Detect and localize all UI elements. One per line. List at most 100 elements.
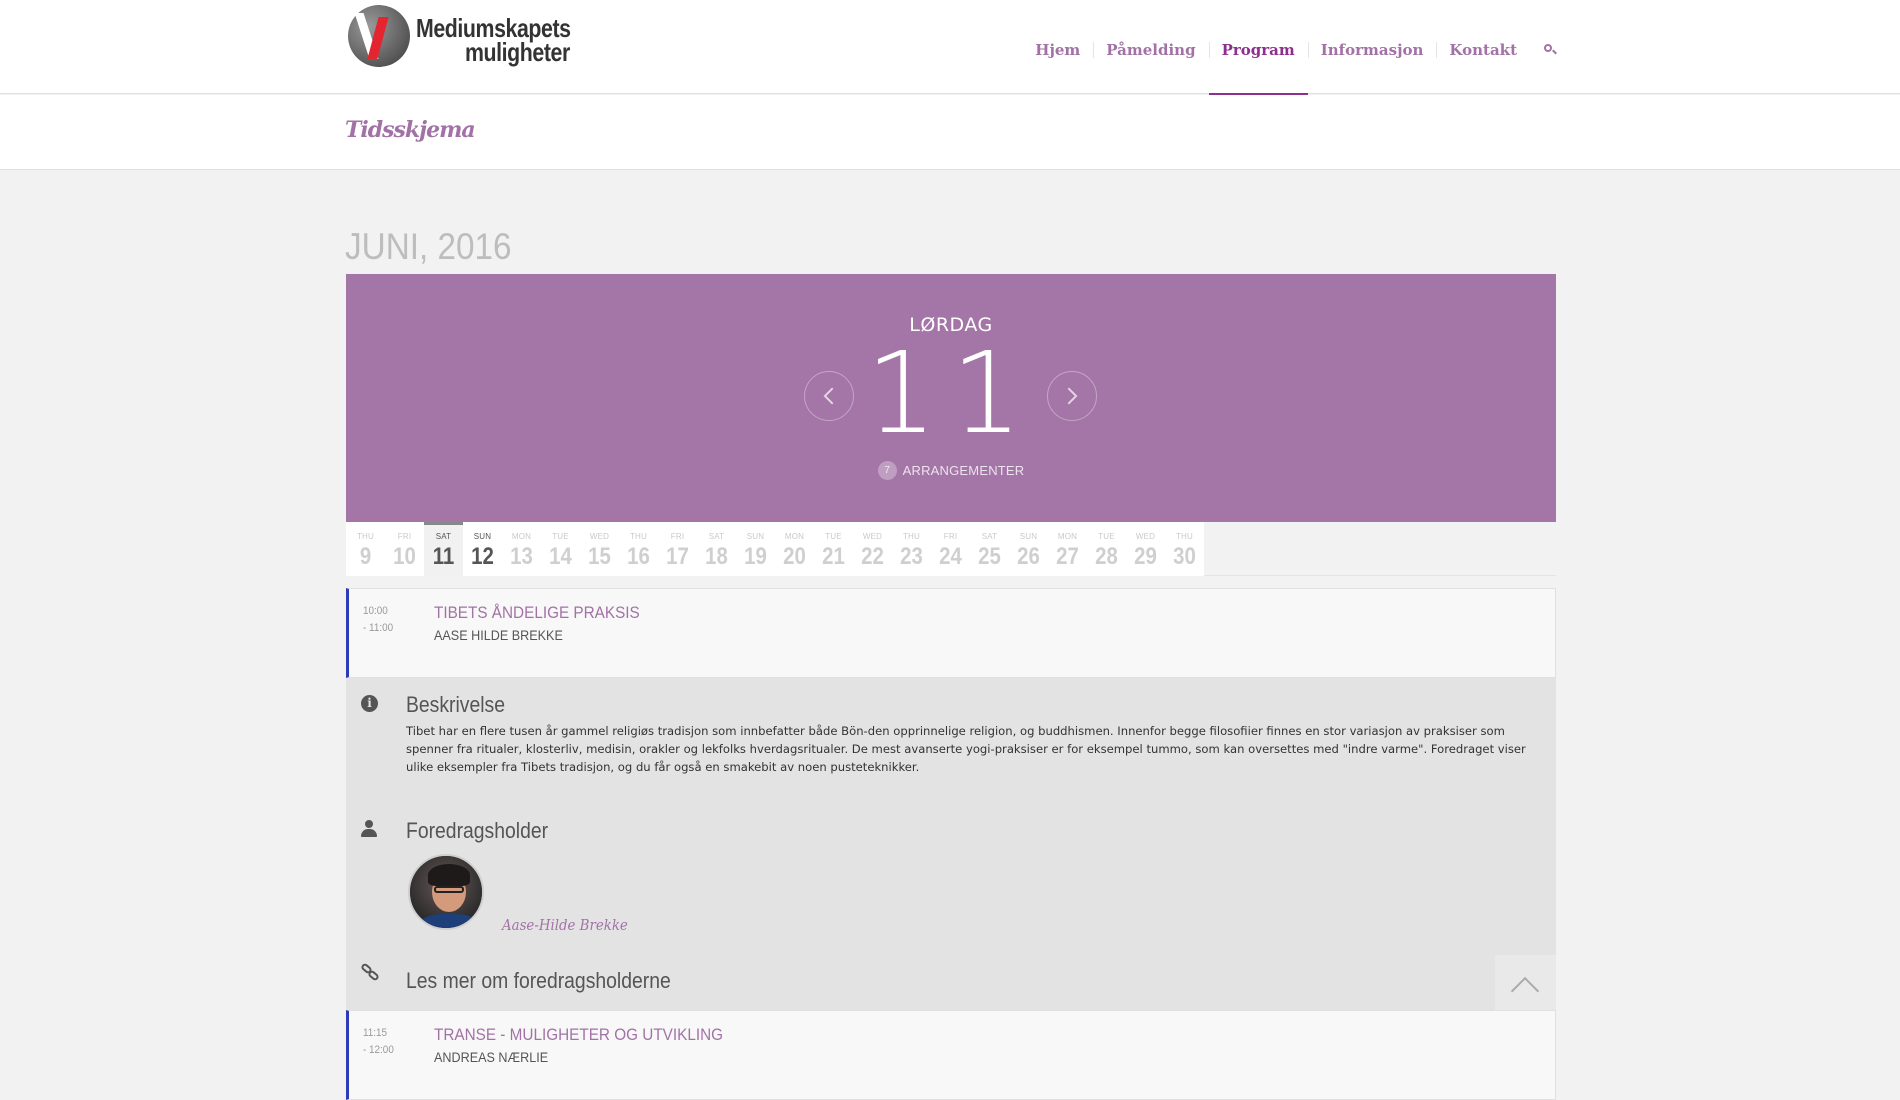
day-tab-weekday: TUE <box>825 532 842 541</box>
day-tab-12[interactable]: SUN 12 <box>463 522 502 576</box>
main-nav: Hjem Påmelding Program Informasjon Konta… <box>1022 0 1558 95</box>
day-tab-14[interactable]: TUE 14 <box>541 522 580 576</box>
link-icon <box>360 962 381 982</box>
day-tab-weekday: FRI <box>397 532 412 541</box>
day-tab-weekday: SUN <box>473 532 492 541</box>
speaker-avatar[interactable] <box>408 854 484 930</box>
day-tab-9[interactable]: THU 9 <box>346 522 385 576</box>
hero-day-number: 11 <box>865 329 1037 459</box>
day-tab-26[interactable]: SUN 26 <box>1009 522 1048 576</box>
search-icon[interactable] <box>1542 0 1558 94</box>
day-tab-weekday: THU <box>629 532 648 541</box>
event-time-end: - 12:00 <box>363 1044 394 1056</box>
event-details: i Beskrivelse Tibet har en flere tusen å… <box>346 678 1556 1010</box>
event-time-start: 10:00 <box>363 605 388 617</box>
day-tab-number: 12 <box>471 543 494 570</box>
chevron-left-icon <box>823 387 841 405</box>
day-strip-days: THU 9 FRI 10 SAT 11 SUN 12 MON 13 TUE 14 WED 15 THU 16 F… <box>346 522 1204 576</box>
event-time: 11:15 - 12:00 <box>363 1025 394 1059</box>
day-tab-weekday: THU <box>902 532 921 541</box>
day-tab-number: 16 <box>627 543 650 570</box>
day-tab-number: 28 <box>1095 543 1118 570</box>
user-icon <box>361 820 377 838</box>
day-tab-22[interactable]: WED 22 <box>853 522 892 576</box>
day-tab-18[interactable]: SAT 18 <box>697 522 736 576</box>
event-title[interactable]: TRANSE - MULIGHETER OG UTVIKLING <box>434 1025 723 1045</box>
day-tab-30[interactable]: THU 30 <box>1165 522 1204 576</box>
previous-day-button[interactable] <box>804 371 854 421</box>
day-tab-weekday: MON <box>784 532 805 541</box>
day-tab-24[interactable]: FRI 24 <box>931 522 970 576</box>
nav-informasjon[interactable]: Informasjon <box>1307 0 1437 94</box>
next-day-button[interactable] <box>1047 371 1097 421</box>
event-time-end: - 11:00 <box>363 622 394 634</box>
nav-hjem[interactable]: Hjem <box>1022 0 1093 94</box>
nav-program[interactable]: Program <box>1208 0 1308 95</box>
day-tab-number: 19 <box>744 543 767 570</box>
day-tab-weekday: THU <box>1175 532 1194 541</box>
day-tab-weekday: TUE <box>552 532 569 541</box>
day-tab-number: 15 <box>588 543 611 570</box>
logo-text-line2: muligheter <box>465 37 570 67</box>
day-tab-number: 22 <box>861 543 884 570</box>
day-tab-28[interactable]: TUE 28 <box>1087 522 1126 576</box>
event-title[interactable]: TIBETS ÅNDELIGE PRAKSIS <box>434 603 640 623</box>
day-tab-weekday: MON <box>511 532 532 541</box>
day-tab-number: 10 <box>393 543 416 570</box>
day-tab-number: 21 <box>822 543 845 570</box>
info-icon: i <box>361 695 378 712</box>
day-tab-number: 25 <box>978 543 1001 570</box>
day-tab-number: 11 <box>432 543 455 570</box>
day-tab-number: 9 <box>359 543 372 570</box>
day-tab-weekday: SUN <box>1019 532 1038 541</box>
day-tab-weekday: SUN <box>746 532 765 541</box>
day-tab-10[interactable]: FRI 10 <box>385 522 424 576</box>
day-tab-weekday: TUE <box>1098 532 1115 541</box>
day-tab-number: 29 <box>1134 543 1157 570</box>
day-hero: LØRDAG 11 7 ARRANGEMENTER <box>346 274 1556 522</box>
day-tab-weekday: FRI <box>670 532 685 541</box>
day-tab-number: 13 <box>510 543 533 570</box>
site-logo[interactable]: Mediumskapets muligheter <box>348 5 571 69</box>
day-tab-13[interactable]: MON 13 <box>502 522 541 576</box>
day-tab-20[interactable]: MON 20 <box>775 522 814 576</box>
day-tab-29[interactable]: WED 29 <box>1126 522 1165 576</box>
day-tab-17[interactable]: FRI 17 <box>658 522 697 576</box>
day-strip: THU 9 FRI 10 SAT 11 SUN 12 MON 13 TUE 14 WED 15 THU 16 F… <box>346 522 1556 576</box>
chevron-up-icon <box>1510 976 1540 1006</box>
day-tab-19[interactable]: SUN 19 <box>736 522 775 576</box>
day-tab-weekday: SAT <box>981 532 998 541</box>
logo-mark-icon <box>348 5 410 67</box>
day-tab-number: 23 <box>900 543 923 570</box>
event-row[interactable]: 11:15 - 12:00 TRANSE - MULIGHETER OG UTVI… <box>346 1010 1556 1100</box>
description-heading: Beskrivelse <box>406 692 505 717</box>
day-tab-15[interactable]: WED 15 <box>580 522 619 576</box>
read-more-heading[interactable]: Les mer om foredragsholderne <box>406 968 671 994</box>
speaker-name-link[interactable]: Aase-Hilde Brekke <box>502 918 628 934</box>
month-label: JUNI, 2016 <box>345 226 512 267</box>
day-tab-number: 17 <box>666 543 689 570</box>
nav-pamelding[interactable]: Påmelding <box>1093 0 1208 94</box>
event-time: 10:00 - 11:00 <box>363 603 393 637</box>
event-count-badge: 7 <box>877 461 897 480</box>
day-tab-25[interactable]: SAT 25 <box>970 522 1009 576</box>
page-title: Tidsskjema <box>345 117 476 143</box>
chevron-right-icon <box>1060 387 1078 405</box>
day-tab-27[interactable]: MON 27 <box>1048 522 1087 576</box>
nav-kontakt[interactable]: Kontakt <box>1436 0 1530 94</box>
day-tab-21[interactable]: TUE 21 <box>814 522 853 576</box>
event-speaker: AASE HILDE BREKKE <box>434 627 563 643</box>
day-tab-23[interactable]: THU 23 <box>892 522 931 576</box>
description-text: Tibet har en flere tusen år gammel relig… <box>406 724 1526 774</box>
scroll-to-top-button[interactable] <box>1495 955 1556 1010</box>
event-row[interactable]: 10:00 - 11:00 TIBETS ÅNDELIGE PRAKSIS AAS… <box>346 588 1556 678</box>
event-count: 7 ARRANGEMENTER <box>346 461 1556 480</box>
day-tab-16[interactable]: THU 16 <box>619 522 658 576</box>
day-tab-number: 20 <box>783 543 806 570</box>
day-tab-weekday: WED <box>1135 532 1156 541</box>
day-tab-weekday: THU <box>356 532 375 541</box>
site-header: Mediumskapets muligheter Hjem Påmelding … <box>0 0 1900 95</box>
day-tab-11[interactable]: SAT 11 <box>424 522 463 576</box>
day-tab-number: 24 <box>939 543 962 570</box>
day-tab-weekday: FRI <box>943 532 958 541</box>
